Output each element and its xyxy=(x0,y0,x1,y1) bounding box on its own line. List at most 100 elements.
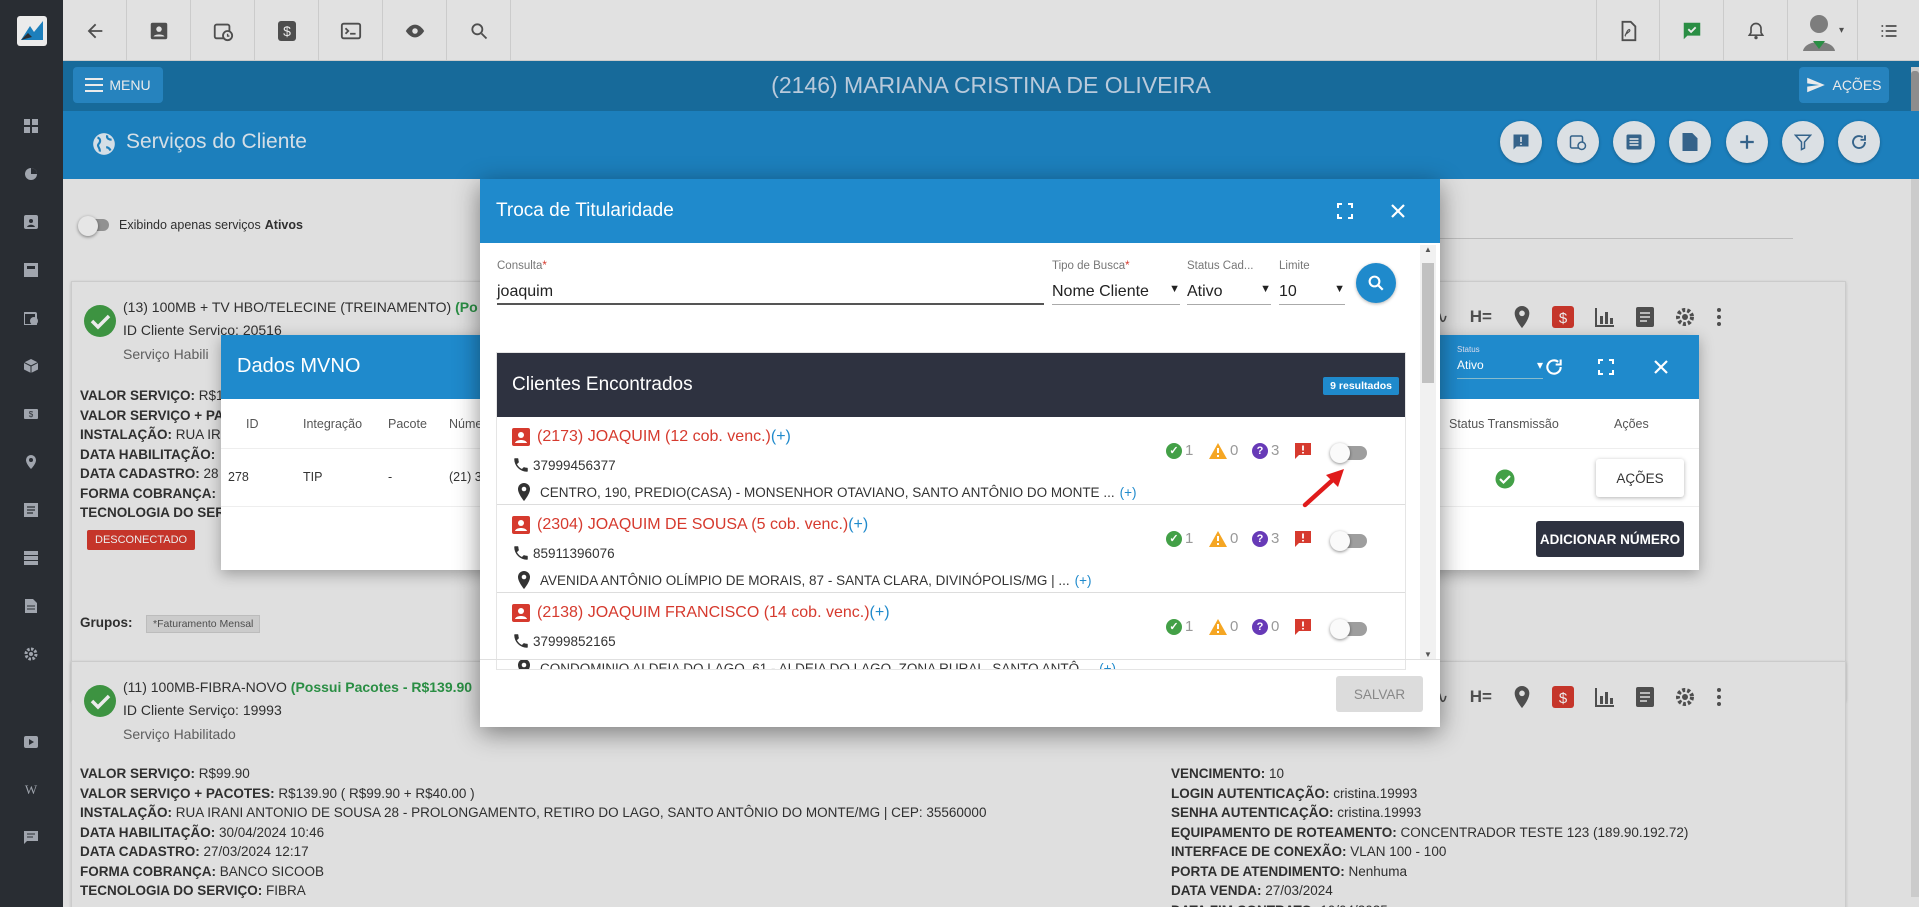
contact-card-icon xyxy=(512,604,530,622)
limite-select[interactable]: 10 ▼ xyxy=(1279,283,1345,305)
client-address-text: CENTRO, 190, PREDIO(CASA) - MONSENHOR OT… xyxy=(540,484,1115,500)
phone-icon xyxy=(514,634,528,648)
search-button[interactable] xyxy=(1356,263,1396,303)
warning-count-value: 0 xyxy=(1230,442,1239,459)
refresh-icon[interactable] xyxy=(1544,357,1564,377)
client-phone: 85911396076 xyxy=(512,544,615,562)
client-phone-text: 37999456377 xyxy=(533,457,616,473)
cell-pacote: - xyxy=(388,470,393,484)
client-phone-text: 37999852165 xyxy=(533,633,616,649)
question-circle-icon: ? xyxy=(1252,530,1268,547)
phone-icon xyxy=(514,546,528,560)
ok-count: ✓ 1 xyxy=(1166,618,1193,635)
search-icon xyxy=(1368,275,1384,291)
col-id: ID xyxy=(246,417,259,431)
cell-numero: (21) 3 xyxy=(449,470,482,484)
client-address-text: AVENIDA ANTÔNIO OLÍMPIO DE MORAIS, 87 - … xyxy=(540,572,1070,588)
close-icon[interactable] xyxy=(1390,203,1406,219)
warning-count: 0 xyxy=(1209,442,1238,459)
select-client-toggle[interactable] xyxy=(1330,443,1367,463)
client-address-text: CONDOMINIO ALDEIA DO LAGO, 61 - ALDEIA D… xyxy=(540,660,1095,670)
fullscreen-icon[interactable] xyxy=(1337,203,1353,219)
alert-message-icon[interactable] xyxy=(1295,443,1311,459)
col-acoes: Ações xyxy=(1614,417,1649,431)
client-row: (2173) JOAQUIM (12 cob. venc.) (+) 379994… xyxy=(497,417,1405,505)
mvno-status-select[interactable]: Status Ativo ▾ xyxy=(1457,345,1543,379)
col-pacote: Pacote xyxy=(388,417,427,431)
contact-card-icon xyxy=(512,428,530,446)
client-name[interactable]: (2138) JOAQUIM FRANCISCO (14 cob. venc.)… xyxy=(512,604,890,622)
client-address: CENTRO, 190, PREDIO(CASA) - MONSENHOR OT… xyxy=(517,483,1136,501)
ok-count-value: 1 xyxy=(1185,442,1194,459)
select-client-toggle[interactable] xyxy=(1330,531,1367,551)
add-number-button[interactable]: ADICIONAR NÚMERO xyxy=(1536,521,1684,557)
tipo-busca-value: Nome Cliente xyxy=(1052,283,1149,300)
client-address: CONDOMINIO ALDEIA DO LAGO, 61 - ALDEIA D… xyxy=(517,659,1116,670)
dialog-header: Troca de Titularidade xyxy=(480,179,1440,243)
mvno-status-value-row: Ativo ▾ xyxy=(1457,354,1543,379)
phone-icon xyxy=(514,458,528,472)
scroll-up-icon[interactable]: ▲ xyxy=(1424,245,1432,254)
results-count-badge: 9 resultados xyxy=(1323,377,1399,395)
client-name[interactable]: (2173) JOAQUIM (12 cob. venc.) (+) xyxy=(512,428,791,446)
fullscreen-icon[interactable] xyxy=(1598,359,1614,375)
client-address: AVENIDA ANTÔNIO OLÍMPIO DE MORAIS, 87 - … xyxy=(517,571,1092,589)
map-pin-icon xyxy=(518,659,530,669)
mvno-status-label: Status xyxy=(1457,345,1480,354)
map-pin-icon xyxy=(518,483,530,501)
results-header: Clientes Encontrados 9 resultados xyxy=(497,353,1405,417)
check-circle-icon xyxy=(1495,469,1515,489)
scroll-thumb[interactable] xyxy=(1422,263,1434,383)
address-expand-link[interactable]: (+) xyxy=(1099,661,1116,670)
warning-count-value: 0 xyxy=(1230,618,1239,635)
chevron-down-icon: ▼ xyxy=(1169,283,1180,295)
warning-icon xyxy=(1209,618,1227,635)
col-integracao: Integração xyxy=(303,417,363,431)
tipo-busca-label: Tipo de Busca* xyxy=(1052,260,1130,272)
select-client-toggle[interactable] xyxy=(1330,619,1367,639)
client-expand-link[interactable]: (+) xyxy=(848,516,868,534)
client-expand-link[interactable]: (+) xyxy=(870,604,890,622)
question-count: ? 3 xyxy=(1252,442,1279,459)
address-expand-link[interactable]: (+) xyxy=(1075,573,1092,588)
warning-count: 0 xyxy=(1209,618,1238,635)
dialog-scrollbar[interactable]: ▲ ▼ xyxy=(1420,245,1436,659)
chevron-down-icon: ▾ xyxy=(1536,358,1543,372)
chevron-down-icon: ▼ xyxy=(1260,283,1271,295)
question-circle-icon: ? xyxy=(1252,618,1268,635)
ok-count-value: 1 xyxy=(1185,618,1194,635)
mvno-acoes-button[interactable]: AÇÕES xyxy=(1596,459,1684,497)
mvno-status-value: Ativo xyxy=(1457,358,1484,372)
client-expand-link[interactable]: (+) xyxy=(771,428,791,446)
warning-icon xyxy=(1209,530,1227,547)
question-count-value: 3 xyxy=(1271,530,1280,547)
ok-count: ✓ 1 xyxy=(1166,442,1193,459)
client-name[interactable]: (2304) JOAQUIM DE SOUSA (5 cob. venc.) (+… xyxy=(512,516,868,534)
question-circle-icon: ? xyxy=(1252,442,1268,459)
results-title: Clientes Encontrados xyxy=(512,374,693,395)
tipo-busca-select[interactable]: Nome Cliente ▼ xyxy=(1052,283,1180,305)
limite-label: Limite xyxy=(1279,260,1310,272)
scroll-down-icon[interactable]: ▼ xyxy=(1424,650,1432,659)
address-expand-link[interactable]: (+) xyxy=(1120,485,1137,500)
ok-count: ✓ 1 xyxy=(1166,530,1193,547)
alert-message-icon[interactable] xyxy=(1295,531,1311,547)
question-count: ? 3 xyxy=(1252,530,1279,547)
save-button[interactable]: SALVAR xyxy=(1336,676,1423,712)
question-count-value: 0 xyxy=(1271,618,1280,635)
check-circle-icon: ✓ xyxy=(1166,530,1182,547)
cell-integracao: TIP xyxy=(303,470,323,484)
footer-divider xyxy=(480,659,1440,660)
warning-count-value: 0 xyxy=(1230,530,1239,547)
client-phone: 37999456377 xyxy=(512,456,616,474)
col-status-transmissao: Status Transmissão xyxy=(1449,417,1559,431)
client-row: (2304) JOAQUIM DE SOUSA (5 cob. venc.) (+… xyxy=(497,505,1405,593)
consulta-input[interactable]: joaquim xyxy=(497,283,1044,305)
status-cad-select[interactable]: Ativo ▼ xyxy=(1187,283,1271,305)
close-icon[interactable] xyxy=(1653,359,1669,375)
chevron-down-icon: ▼ xyxy=(1334,283,1345,295)
client-name-text: (2138) JOAQUIM FRANCISCO (14 cob. venc.) xyxy=(537,604,870,621)
status-cad-value: Ativo xyxy=(1187,283,1223,300)
question-count: ? 0 xyxy=(1252,618,1279,635)
alert-message-icon[interactable] xyxy=(1295,619,1311,635)
